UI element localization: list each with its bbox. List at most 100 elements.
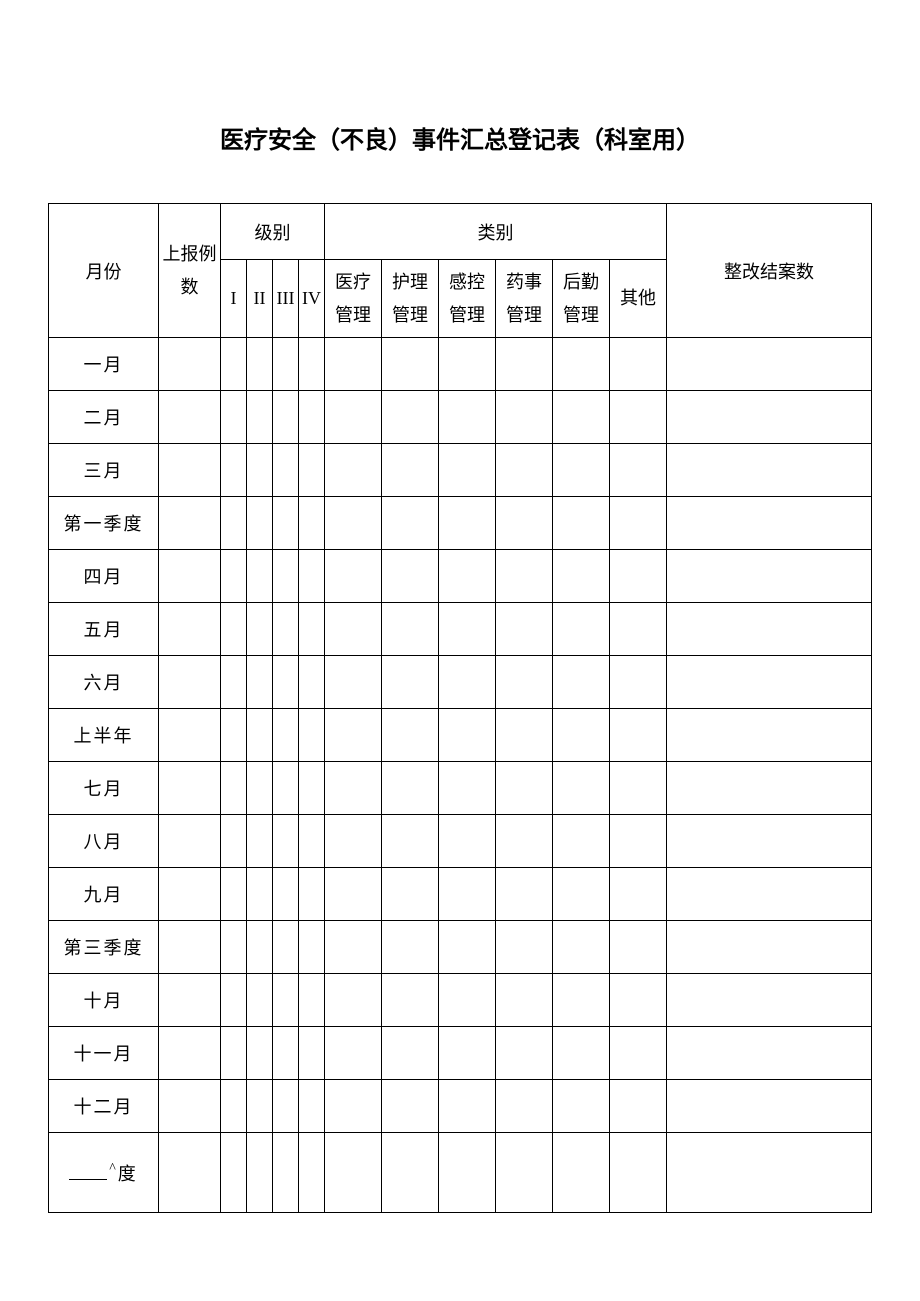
- data-cell: [667, 762, 872, 815]
- data-cell: [382, 497, 439, 550]
- data-cell: [273, 550, 299, 603]
- data-cell: [299, 1080, 325, 1133]
- data-cell: [273, 391, 299, 444]
- row-label: 六月: [49, 656, 159, 709]
- data-cell: [299, 1133, 325, 1213]
- table-row: 十一月: [49, 1027, 872, 1080]
- data-cell: [439, 550, 496, 603]
- data-cell: [325, 815, 382, 868]
- data-cell: [299, 762, 325, 815]
- data-cell: [325, 497, 382, 550]
- table-row: 四月: [49, 550, 872, 603]
- row-label: 三月: [49, 444, 159, 497]
- data-cell: [159, 709, 221, 762]
- data-cell: [496, 709, 553, 762]
- data-cell: [382, 921, 439, 974]
- document-title: 医疗安全（不良）事件汇总登记表（科室用）: [48, 120, 872, 155]
- data-cell: [496, 762, 553, 815]
- data-cell: [553, 338, 610, 391]
- table-row: 一月: [49, 338, 872, 391]
- data-cell: [325, 709, 382, 762]
- data-cell: [325, 921, 382, 974]
- data-cell: [382, 815, 439, 868]
- row-label: ^度: [49, 1133, 159, 1213]
- data-cell: [496, 868, 553, 921]
- data-cell: [273, 815, 299, 868]
- data-cell: [496, 444, 553, 497]
- data-cell: [221, 603, 247, 656]
- data-cell: [325, 391, 382, 444]
- data-cell: [610, 762, 667, 815]
- table-row: 第一季度: [49, 497, 872, 550]
- data-cell: [273, 1133, 299, 1213]
- data-cell: [610, 921, 667, 974]
- data-cell: [667, 868, 872, 921]
- data-cell: [247, 709, 273, 762]
- data-cell: [159, 921, 221, 974]
- row-label: 七月: [49, 762, 159, 815]
- data-cell: [221, 1133, 247, 1213]
- data-cell: [325, 1027, 382, 1080]
- data-cell: [325, 1080, 382, 1133]
- data-cell: [496, 497, 553, 550]
- data-cell: [159, 1133, 221, 1213]
- header-level-4: IV: [299, 260, 325, 338]
- data-cell: [553, 391, 610, 444]
- data-cell: [299, 444, 325, 497]
- header-report-count: 上报例数: [159, 204, 221, 338]
- data-cell: [273, 974, 299, 1027]
- data-cell: [610, 444, 667, 497]
- row-label-text: 度: [118, 1164, 138, 1184]
- header-close-count: 整改结案数: [667, 204, 872, 338]
- data-cell: [439, 497, 496, 550]
- data-cell: [273, 709, 299, 762]
- data-cell: [325, 762, 382, 815]
- table-row: 三月: [49, 444, 872, 497]
- table-row: 五月: [49, 603, 872, 656]
- data-cell: [325, 1133, 382, 1213]
- header-level-1: I: [221, 260, 247, 338]
- data-cell: [325, 603, 382, 656]
- data-cell: [610, 1080, 667, 1133]
- row-label: 九月: [49, 868, 159, 921]
- data-cell: [221, 391, 247, 444]
- data-cell: [299, 974, 325, 1027]
- data-cell: [299, 656, 325, 709]
- header-cat-logistics: 后勤管理: [553, 260, 610, 338]
- row-label: 八月: [49, 815, 159, 868]
- data-cell: [667, 497, 872, 550]
- data-cell: [159, 1027, 221, 1080]
- data-cell: [325, 974, 382, 1027]
- table-row: 十月: [49, 974, 872, 1027]
- data-cell: [667, 921, 872, 974]
- data-cell: [273, 603, 299, 656]
- data-cell: [273, 921, 299, 974]
- data-cell: [159, 762, 221, 815]
- data-cell: [667, 1133, 872, 1213]
- data-cell: [610, 497, 667, 550]
- data-cell: [610, 550, 667, 603]
- data-cell: [247, 974, 273, 1027]
- data-cell: [610, 868, 667, 921]
- table-row: 九月: [49, 868, 872, 921]
- data-cell: [610, 709, 667, 762]
- data-cell: [299, 709, 325, 762]
- data-cell: [496, 338, 553, 391]
- row-label: 上半年: [49, 709, 159, 762]
- table-row: 第三季度: [49, 921, 872, 974]
- data-cell: [667, 1080, 872, 1133]
- header-cat-other: 其他: [610, 260, 667, 338]
- data-cell: [439, 921, 496, 974]
- data-cell: [496, 1080, 553, 1133]
- data-cell: [667, 815, 872, 868]
- data-cell: [299, 868, 325, 921]
- data-cell: [439, 868, 496, 921]
- data-cell: [247, 444, 273, 497]
- data-cell: [553, 603, 610, 656]
- data-cell: [221, 656, 247, 709]
- table-row: 七月: [49, 762, 872, 815]
- data-cell: [439, 1133, 496, 1213]
- data-cell: [159, 497, 221, 550]
- data-cell: [553, 1027, 610, 1080]
- data-cell: [159, 391, 221, 444]
